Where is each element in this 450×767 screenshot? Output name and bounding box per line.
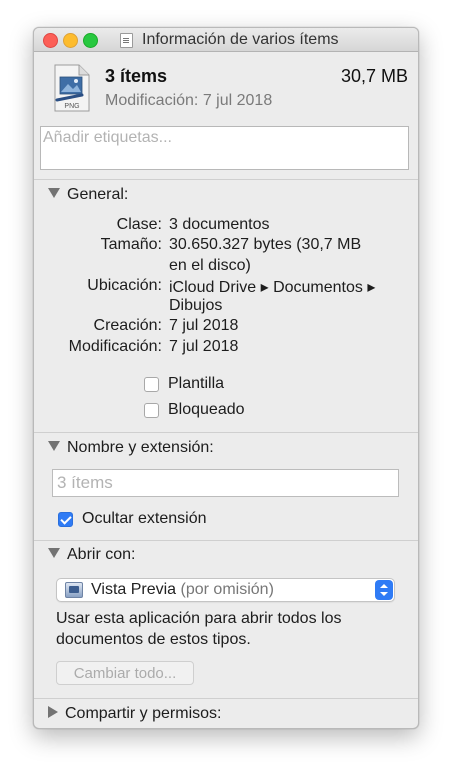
item-count: 3 ítems — [105, 66, 168, 86]
template-checkbox[interactable] — [144, 377, 159, 392]
info-row-modified: Modificación: 7 jul 2018 — [34, 338, 418, 358]
created-label: Creación: — [93, 317, 162, 334]
location-value-continued: Dibujos — [169, 297, 223, 314]
locked-label[interactable]: Bloqueado — [168, 401, 245, 419]
document-icon — [120, 33, 133, 48]
divider — [34, 432, 418, 433]
png-file-icon: PNG — [54, 64, 90, 112]
selected-app: Vista Previa (por omisión) — [91, 581, 274, 599]
popup-arrows-icon[interactable] — [375, 580, 393, 600]
window-title: Información de varios ítems — [142, 31, 339, 48]
close-button[interactable] — [43, 33, 58, 48]
png-label: PNG — [64, 103, 79, 110]
size-value: 30.650.327 bytes (30,7 MB — [169, 236, 362, 253]
hide-extension-label[interactable]: Ocultar extensión — [82, 510, 207, 528]
info-header: PNG 3 ítems 30,7 MB Modificación: 7 jul … — [34, 52, 418, 122]
name-extension-heading: Nombre y extensión: — [67, 439, 214, 456]
size-value-continued: en el disco) — [169, 257, 251, 274]
title-bar[interactable]: Información de varios ítems — [34, 28, 418, 52]
created-value: 7 jul 2018 — [169, 317, 239, 334]
modified-date: Modificación: 7 jul 2018 — [105, 92, 273, 109]
sharing-section-toggle[interactable]: Compartir y permisos: — [48, 705, 221, 723]
info-row-created: Creación: 7 jul 2018 — [34, 317, 418, 337]
general-heading: General: — [67, 186, 129, 203]
template-label[interactable]: Plantilla — [168, 375, 224, 393]
kind-label: Clase: — [116, 216, 162, 233]
divider — [34, 179, 418, 180]
info-row-size: Tamaño: 30.650.327 bytes (30,7 MB — [34, 236, 418, 256]
disclosure-right-icon — [48, 705, 58, 718]
modified-label: Modificación: — [68, 338, 162, 355]
preview-app-icon — [65, 582, 83, 598]
location-value: iCloud Drive ▸ Documentos ▸ — [169, 279, 376, 296]
divider — [34, 540, 418, 541]
tags-input[interactable] — [40, 126, 409, 170]
size-label: Tamaño: — [100, 236, 162, 253]
name-extension-section-toggle[interactable]: Nombre y extensión: — [48, 439, 214, 457]
app-name: Vista Previa — [91, 581, 177, 598]
open-with-section-toggle[interactable]: Abrir con: — [48, 546, 135, 564]
change-all-button[interactable]: Cambiar todo... — [56, 661, 194, 685]
name-field[interactable] — [52, 469, 399, 497]
info-window: Información de varios ítems PNG 3 ítems … — [33, 27, 419, 729]
sharing-heading: Compartir y permisos: — [65, 705, 222, 722]
open-with-heading: Abrir con: — [67, 546, 136, 563]
minimize-button[interactable] — [63, 33, 78, 48]
zoom-button[interactable] — [83, 33, 98, 48]
modified-value: 7 jul 2018 — [169, 338, 239, 355]
disclosure-down-icon — [48, 440, 60, 451]
hide-extension-checkbox[interactable] — [58, 512, 73, 527]
divider — [34, 698, 418, 699]
kind-value: 3 documentos — [169, 216, 270, 233]
general-section-toggle[interactable]: General: — [48, 186, 128, 204]
location-label: Ubicación: — [87, 277, 162, 294]
disclosure-down-icon — [48, 187, 60, 198]
info-row-kind: Clase: 3 documentos — [34, 216, 418, 236]
open-with-popup[interactable]: Vista Previa (por omisión) — [56, 578, 395, 602]
open-with-description: Usar esta aplicación para abrir todos lo… — [56, 610, 342, 648]
app-default-tag: (por omisión) — [180, 581, 274, 598]
disclosure-down-icon — [48, 547, 60, 558]
total-size: 30,7 MB — [340, 66, 408, 86]
locked-checkbox[interactable] — [144, 403, 159, 418]
info-row-location: Ubicación: iCloud Drive ▸ Documentos ▸ — [34, 277, 418, 297]
